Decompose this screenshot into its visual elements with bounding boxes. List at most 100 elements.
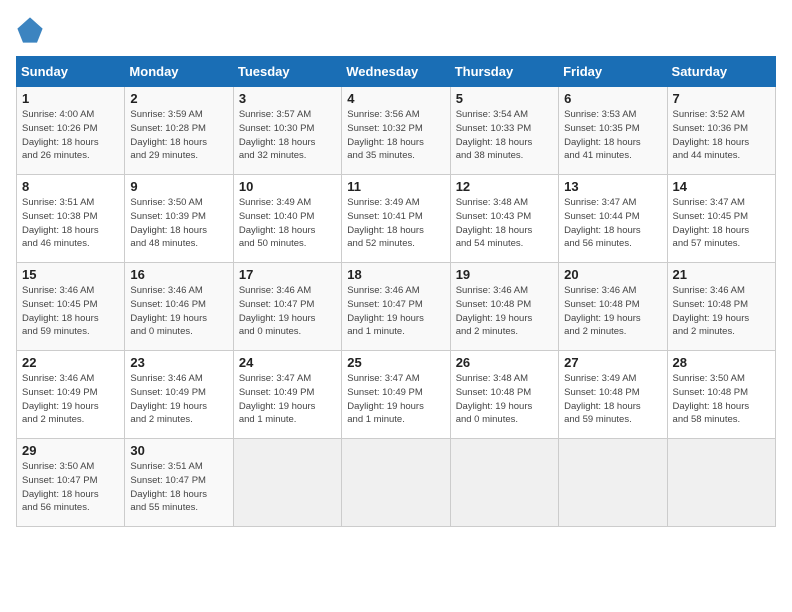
day-info: Sunrise: 3:51 AM Sunset: 10:38 PM Daylig… [22,196,119,251]
weekday-friday: Friday [559,57,667,87]
day-info: Sunrise: 3:47 AM Sunset: 10:49 PM Daylig… [239,372,336,427]
calendar-cell: 20Sunrise: 3:46 AM Sunset: 10:48 PM Dayl… [559,263,667,351]
day-number: 11 [347,179,444,194]
calendar-cell [233,439,341,527]
day-number: 21 [673,267,770,282]
day-info: Sunrise: 3:56 AM Sunset: 10:32 PM Daylig… [347,108,444,163]
day-info: Sunrise: 3:47 AM Sunset: 10:49 PM Daylig… [347,372,444,427]
day-info: Sunrise: 3:54 AM Sunset: 10:33 PM Daylig… [456,108,553,163]
day-info: Sunrise: 3:47 AM Sunset: 10:44 PM Daylig… [564,196,661,251]
logo-icon [16,16,44,44]
day-info: Sunrise: 3:50 AM Sunset: 10:39 PM Daylig… [130,196,227,251]
day-info: Sunrise: 3:57 AM Sunset: 10:30 PM Daylig… [239,108,336,163]
day-info: Sunrise: 3:46 AM Sunset: 10:47 PM Daylig… [347,284,444,339]
day-info: Sunrise: 3:46 AM Sunset: 10:46 PM Daylig… [130,284,227,339]
day-number: 25 [347,355,444,370]
day-number: 6 [564,91,661,106]
calendar-week-4: 22 Sunrise: 3:46 AM Sunset: 10:49 PM Dayl… [17,351,776,439]
calendar-cell: 16 Sunrise: 3:46 AM Sunset: 10:46 PM Dayl… [125,263,233,351]
day-info: Sunrise: 3:53 AM Sunset: 10:35 PM Daylig… [564,108,661,163]
day-info: Sunrise: 3:46 AM Sunset: 10:45 PM Daylig… [22,284,119,339]
day-info: Sunrise: 3:50 AM Sunset: 10:47 PM Daylig… [22,460,119,515]
calendar-cell: 11 Sunrise: 3:49 AM Sunset: 10:41 PM Dayl… [342,175,450,263]
day-number: 5 [456,91,553,106]
day-number: 8 [22,179,119,194]
calendar-cell: 28Sunrise: 3:50 AM Sunset: 10:48 PM Dayl… [667,351,775,439]
day-info: Sunrise: 3:46 AM Sunset: 10:48 PM Daylig… [673,284,770,339]
day-info: Sunrise: 3:48 AM Sunset: 10:43 PM Daylig… [456,196,553,251]
day-number: 16 [130,267,227,282]
calendar-body: 1 Sunrise: 4:00 AM Sunset: 10:26 PM Dayli… [17,87,776,527]
day-number: 23 [130,355,227,370]
calendar-cell: 15 Sunrise: 3:46 AM Sunset: 10:45 PM Dayl… [17,263,125,351]
calendar-cell: 4 Sunrise: 3:56 AM Sunset: 10:32 PM Dayli… [342,87,450,175]
day-number: 22 [22,355,119,370]
calendar-cell: 30 Sunrise: 3:51 AM Sunset: 10:47 PM Dayl… [125,439,233,527]
logo [16,16,48,44]
calendar-cell: 9 Sunrise: 3:50 AM Sunset: 10:39 PM Dayli… [125,175,233,263]
weekday-thursday: Thursday [450,57,558,87]
calendar-cell: 24Sunrise: 3:47 AM Sunset: 10:49 PM Dayl… [233,351,341,439]
day-info: Sunrise: 3:59 AM Sunset: 10:28 PM Daylig… [130,108,227,163]
day-info: Sunrise: 3:49 AM Sunset: 10:40 PM Daylig… [239,196,336,251]
calendar-table: SundayMondayTuesdayWednesdayThursdayFrid… [16,56,776,527]
calendar-cell: 25 Sunrise: 3:47 AM Sunset: 10:49 PM Dayl… [342,351,450,439]
calendar-cell: 3Sunrise: 3:57 AM Sunset: 10:30 PM Dayli… [233,87,341,175]
day-info: Sunrise: 3:49 AM Sunset: 10:48 PM Daylig… [564,372,661,427]
day-number: 27 [564,355,661,370]
calendar-cell: 8 Sunrise: 3:51 AM Sunset: 10:38 PM Dayli… [17,175,125,263]
day-number: 30 [130,443,227,458]
weekday-monday: Monday [125,57,233,87]
day-number: 2 [130,91,227,106]
weekday-tuesday: Tuesday [233,57,341,87]
day-number: 9 [130,179,227,194]
calendar-cell: 12Sunrise: 3:48 AM Sunset: 10:43 PM Dayl… [450,175,558,263]
calendar-cell [559,439,667,527]
day-number: 15 [22,267,119,282]
calendar-week-2: 8 Sunrise: 3:51 AM Sunset: 10:38 PM Dayli… [17,175,776,263]
calendar-cell [667,439,775,527]
day-number: 26 [456,355,553,370]
day-info: Sunrise: 3:52 AM Sunset: 10:36 PM Daylig… [673,108,770,163]
day-number: 1 [22,91,119,106]
calendar-cell: 13 Sunrise: 3:47 AM Sunset: 10:44 PM Dayl… [559,175,667,263]
weekday-wednesday: Wednesday [342,57,450,87]
calendar-cell: 21 Sunrise: 3:46 AM Sunset: 10:48 PM Dayl… [667,263,775,351]
weekday-saturday: Saturday [667,57,775,87]
day-number: 17 [239,267,336,282]
calendar-cell [342,439,450,527]
day-info: Sunrise: 3:51 AM Sunset: 10:47 PM Daylig… [130,460,227,515]
day-number: 18 [347,267,444,282]
calendar-cell: 10 Sunrise: 3:49 AM Sunset: 10:40 PM Dayl… [233,175,341,263]
day-number: 13 [564,179,661,194]
day-number: 4 [347,91,444,106]
weekday-row: SundayMondayTuesdayWednesdayThursdayFrid… [17,57,776,87]
calendar-cell: 17 Sunrise: 3:46 AM Sunset: 10:47 PM Dayl… [233,263,341,351]
calendar-cell: 26 Sunrise: 3:48 AM Sunset: 10:48 PM Dayl… [450,351,558,439]
calendar-cell: 29 Sunrise: 3:50 AM Sunset: 10:47 PM Dayl… [17,439,125,527]
day-number: 29 [22,443,119,458]
calendar-week-5: 29 Sunrise: 3:50 AM Sunset: 10:47 PM Dayl… [17,439,776,527]
header [16,16,776,44]
day-info: Sunrise: 3:49 AM Sunset: 10:41 PM Daylig… [347,196,444,251]
calendar-week-3: 15 Sunrise: 3:46 AM Sunset: 10:45 PM Dayl… [17,263,776,351]
day-info: Sunrise: 3:47 AM Sunset: 10:45 PM Daylig… [673,196,770,251]
calendar-cell: 14 Sunrise: 3:47 AM Sunset: 10:45 PM Dayl… [667,175,775,263]
day-number: 28 [673,355,770,370]
day-info: Sunrise: 3:46 AM Sunset: 10:49 PM Daylig… [130,372,227,427]
day-number: 14 [673,179,770,194]
calendar-cell: 5 Sunrise: 3:54 AM Sunset: 10:33 PM Dayli… [450,87,558,175]
calendar-cell: 2 Sunrise: 3:59 AM Sunset: 10:28 PM Dayli… [125,87,233,175]
calendar-cell [450,439,558,527]
day-number: 19 [456,267,553,282]
calendar-cell: 27 Sunrise: 3:49 AM Sunset: 10:48 PM Dayl… [559,351,667,439]
day-number: 10 [239,179,336,194]
weekday-sunday: Sunday [17,57,125,87]
day-info: Sunrise: 3:48 AM Sunset: 10:48 PM Daylig… [456,372,553,427]
calendar-cell: 23 Sunrise: 3:46 AM Sunset: 10:49 PM Dayl… [125,351,233,439]
day-number: 20 [564,267,661,282]
calendar-cell: 1 Sunrise: 4:00 AM Sunset: 10:26 PM Dayli… [17,87,125,175]
calendar-cell: 18 Sunrise: 3:46 AM Sunset: 10:47 PM Dayl… [342,263,450,351]
day-info: Sunrise: 4:00 AM Sunset: 10:26 PM Daylig… [22,108,119,163]
day-info: Sunrise: 3:46 AM Sunset: 10:47 PM Daylig… [239,284,336,339]
